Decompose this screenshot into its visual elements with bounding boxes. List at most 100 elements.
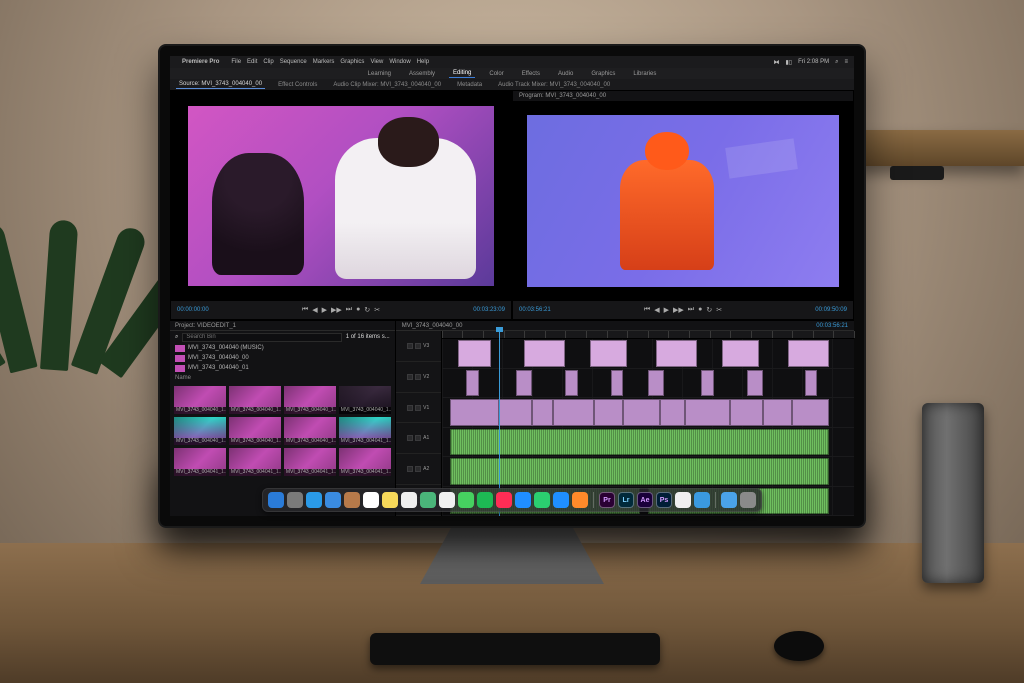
project-thumb[interactable]: MVI_3743_004040_1... [284,386,336,414]
workspace-tab-color[interactable]: Color [485,70,507,78]
menu-file[interactable]: File [231,59,241,65]
mute-toggle-icon[interactable] [407,435,413,441]
dock-messages-icon[interactable] [458,492,474,508]
video-clip[interactable] [763,399,792,426]
workspace-tab-editing[interactable]: Editing [449,69,475,78]
dock-pages-icon[interactable] [572,492,588,508]
menu-clip[interactable]: Clip [263,59,273,65]
program-timecode-left[interactable]: 00:03:56:21 [519,307,551,313]
dock-calendar-icon[interactable] [363,492,379,508]
control-center-icon[interactable]: ≡ [844,59,848,65]
dock-mail-icon[interactable] [325,492,341,508]
transport-button-6[interactable]: ↻ [364,306,370,314]
transport-button-7[interactable]: ✂ [716,306,722,314]
timeline-ruler[interactable] [442,331,854,339]
app-name[interactable]: Premiere Pro [182,59,219,65]
transport-button-6[interactable]: ↻ [706,306,712,314]
spotlight-icon[interactable]: ⌕ [835,59,838,66]
menu-edit[interactable]: Edit [247,59,257,65]
video-clip[interactable] [792,399,829,426]
audio-clip[interactable] [450,458,829,485]
project-panel-title[interactable]: Project: VIDEOEDIT_1 [170,321,395,331]
menu-view[interactable]: View [370,59,383,65]
video-clip[interactable] [594,399,623,426]
workspace-tabs[interactable]: LearningAssemblyEditingColorEffectsAudio… [170,68,854,79]
project-thumb[interactable]: MVI_3743_004041_1... [339,417,391,445]
macos-menubar[interactable]: Premiere Pro FileEditClipSequenceMarkers… [170,56,854,68]
dock-premiere-icon[interactable]: Pr [599,492,615,508]
transport-button-2[interactable]: ▶ [322,306,327,314]
video-clip[interactable] [648,370,664,397]
source-panel-tabs[interactable]: Source: MVI_3743_004040_00Effect Control… [170,79,854,90]
mute-toggle-icon[interactable] [407,374,413,380]
video-clip[interactable] [524,340,565,367]
video-clip[interactable] [553,399,594,426]
video-clip[interactable] [685,399,730,426]
workspace-tab-effects[interactable]: Effects [518,70,544,78]
video-clip[interactable] [701,370,713,397]
video-clip[interactable] [805,370,817,397]
source-tab-4[interactable]: Audio Track Mixer: MVI_3743_004040_00 [495,81,613,89]
source-timecode-left[interactable]: 00:00:00:00 [177,307,209,313]
video-clip[interactable] [458,340,491,367]
menu-help[interactable]: Help [417,59,429,65]
project-thumb[interactable]: MVI_3743_004041_1... [284,448,336,476]
menu-window[interactable]: Window [389,59,410,65]
project-thumb[interactable]: MVI_3743_004041_1... [229,448,281,476]
dock-finder-icon[interactable] [268,492,284,508]
project-thumb[interactable]: MVI_3743_004041_1... [174,448,226,476]
video-clip[interactable] [499,399,532,426]
program-monitor-frame[interactable] [513,101,853,301]
dock-folder-icon[interactable] [721,492,737,508]
source-tab-2[interactable]: Audio Clip Mixer: MVI_3743_004040_00 [330,81,444,89]
project-thumb[interactable]: MVI_3743_004040_1... [284,417,336,445]
track-v1[interactable] [442,398,854,428]
video-clip[interactable] [747,370,763,397]
track-header-v3[interactable]: V3 [396,331,441,362]
project-thumb[interactable]: MVI_3743_004040_1... [229,417,281,445]
video-clip[interactable] [611,370,623,397]
project-list-item[interactable]: MVI_3743_004040_01 [170,363,395,373]
video-clip[interactable] [730,399,763,426]
dock-keynote-icon[interactable] [553,492,569,508]
solo-toggle-icon[interactable] [415,374,421,380]
track-v3[interactable] [442,339,854,369]
transport-button-0[interactable]: ⏮ [644,306,650,314]
program-timecode-right[interactable]: 00:09:50:09 [815,307,847,313]
audio-clip[interactable] [450,429,829,456]
project-thumb[interactable]: MVI_3743_004041_1... [339,448,391,476]
project-thumb[interactable]: MVI_3743_004040_1... [339,386,391,414]
mute-toggle-icon[interactable] [407,466,413,472]
track-header-a1[interactable]: A1 [396,423,441,454]
dock-notes-icon[interactable] [382,492,398,508]
solo-toggle-icon[interactable] [415,466,421,472]
dock-photos-icon[interactable] [439,492,455,508]
workspace-tab-graphics[interactable]: Graphics [587,70,619,78]
transport-button-4[interactable]: ⏭ [688,306,694,314]
track-a2[interactable] [442,457,854,487]
workspace-tab-audio[interactable]: Audio [554,70,577,78]
transport-button-2[interactable]: ▶ [664,306,669,314]
source-monitor-frame[interactable] [171,91,511,301]
menu-markers[interactable]: Markers [313,59,335,65]
dock-numbers-icon[interactable] [534,492,550,508]
solo-toggle-icon[interactable] [415,405,421,411]
video-clip[interactable] [656,340,697,367]
track-a1[interactable] [442,428,854,458]
transport-button-4[interactable]: ⏭ [346,306,352,314]
transport-button-5[interactable]: ● [356,306,360,314]
video-clip[interactable] [660,399,685,426]
dock-contacts-icon[interactable] [344,492,360,508]
source-tab-3[interactable]: Metadata [454,81,485,89]
source-transport[interactable]: ⏮◀▶▶▶⏭●↻✂ [302,306,380,314]
solo-toggle-icon[interactable] [415,343,421,349]
battery-icon[interactable]: ▮▯ [785,59,792,66]
video-clip[interactable] [623,399,660,426]
transport-button-0[interactable]: ⏮ [302,306,308,314]
video-clip[interactable] [788,340,829,367]
project-thumb[interactable]: MVI_3743_004040_1... [174,417,226,445]
source-tab-1[interactable]: Effect Controls [275,81,320,89]
dock-launchpad-icon[interactable] [287,492,303,508]
dock-appstore-icon[interactable] [515,492,531,508]
video-clip[interactable] [450,399,499,426]
